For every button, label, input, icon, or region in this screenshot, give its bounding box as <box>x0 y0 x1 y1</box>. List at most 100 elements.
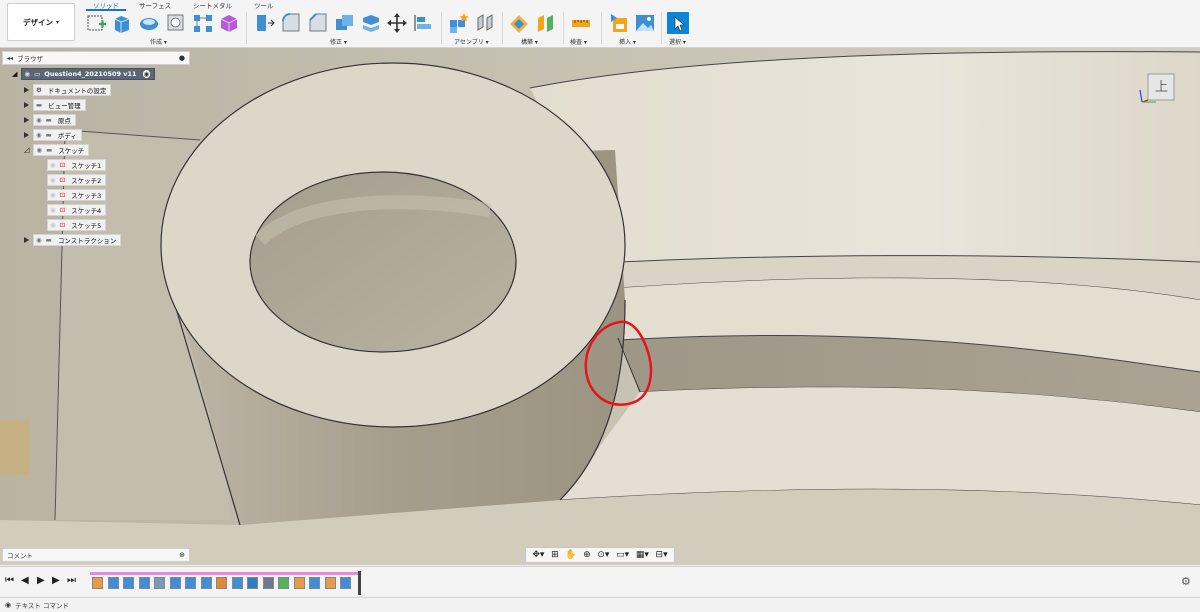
select-tool-button[interactable] <box>667 12 689 34</box>
step-forward-icon[interactable]: ▶ <box>52 575 60 586</box>
close-icon[interactable]: ● <box>179 54 185 62</box>
grid-settings-icon[interactable]: ▦▾ <box>636 550 649 560</box>
go-to-end-icon[interactable]: ⏭ <box>67 575 76 586</box>
timeline-feature-icon[interactable] <box>324 577 336 589</box>
viewports-icon[interactable]: ⊟▾ <box>656 550 668 560</box>
group-construct-label[interactable]: 構築 ▾ <box>521 37 538 46</box>
joint-icon[interactable] <box>474 12 496 34</box>
tree-item-sketch[interactable]: ◉ ⊡ スケッチ4 <box>47 204 107 216</box>
eye-icon[interactable]: ◉ <box>36 116 42 124</box>
eye-icon[interactable]: ◉ <box>24 70 30 78</box>
timeline-feature-icon[interactable] <box>309 577 320 589</box>
tree-item-sketch[interactable]: ◉ ⊡ スケッチ2 <box>47 174 107 186</box>
tree-item-sketch[interactable]: ◉ ⊡ スケッチ3 <box>47 189 107 201</box>
extrude-icon[interactable] <box>111 12 133 34</box>
model-canvas[interactable] <box>0 48 1200 565</box>
look-at-icon[interactable]: ⊞ <box>551 550 559 560</box>
tree-item-sketch[interactable]: ◉ ⊡ スケッチ1 <box>47 159 107 171</box>
expand-triangle-icon[interactable]: ◢ <box>12 70 17 78</box>
tree-item-box[interactable]: ⚙ ドキュメントの設定 <box>33 84 112 96</box>
comments-panel[interactable]: コメント ⊕ <box>2 548 190 562</box>
expand-arrow-icon[interactable] <box>24 117 29 123</box>
timeline-feature-icon[interactable] <box>92 577 103 589</box>
tab-sheetmetal[interactable]: シートメタル <box>193 0 232 10</box>
press-pull-icon[interactable] <box>253 12 275 34</box>
eye-icon[interactable]: ◉ <box>50 221 56 229</box>
zoom-icon[interactable]: ⊕ <box>583 550 591 560</box>
timeline-feature-icon[interactable] <box>185 577 196 589</box>
insert-canvas-icon[interactable] <box>634 12 656 34</box>
step-back-icon[interactable]: ◀ <box>21 575 29 586</box>
tree-item-origin[interactable]: ◉ ▬ 原点 <box>24 114 76 126</box>
tree-item-box[interactable]: ◉ ▬ 原点 <box>33 114 76 126</box>
collapse-icon[interactable]: ◂◂ <box>7 55 13 62</box>
go-to-start-icon[interactable]: ⏮ <box>5 575 14 586</box>
timeline-feature-icon[interactable] <box>123 577 134 589</box>
fit-icon[interactable]: ⊙▾ <box>597 550 609 560</box>
eye-icon[interactable]: ◉ <box>50 206 56 214</box>
expand-arrow-icon[interactable] <box>24 87 29 93</box>
hole-icon[interactable] <box>165 12 187 34</box>
group-select-label[interactable]: 選択 ▾ <box>669 37 686 46</box>
new-component-icon[interactable] <box>448 12 470 34</box>
viewcube[interactable]: 上 <box>1138 68 1182 112</box>
eye-icon[interactable]: ◉ <box>36 146 42 154</box>
group-insert-label[interactable]: 挿入 ▾ <box>619 37 636 46</box>
tree-item-construction[interactable]: ◉ ▬ コンストラクション <box>24 234 122 246</box>
tree-item-sketches[interactable]: ◿ ◉ ▬ スケッチ <box>24 144 90 156</box>
timeline-feature-icon[interactable] <box>231 577 243 589</box>
timeline-feature-icon[interactable] <box>340 577 351 589</box>
eye-icon[interactable]: ◉ <box>50 191 56 199</box>
orbit-icon[interactable]: ✥▾ <box>532 550 544 560</box>
model-viewport[interactable]: 上 <box>0 48 1200 565</box>
play-icon[interactable]: ▶ <box>37 575 45 586</box>
timeline-feature-icon[interactable] <box>293 577 305 589</box>
tab-tools[interactable]: ツール <box>254 0 274 10</box>
tree-root[interactable]: ◢ ◉ ▭ Question4_20210509 v11 ◉ <box>12 68 156 80</box>
group-assemble-label[interactable]: アセンブリ ▾ <box>454 37 489 46</box>
combine-icon[interactable] <box>334 12 356 34</box>
collapse-triangle-icon[interactable]: ◿ <box>24 146 29 154</box>
plane-at-angle-icon[interactable] <box>535 12 557 34</box>
timeline-feature-icon[interactable] <box>138 577 150 589</box>
move-icon[interactable] <box>386 12 408 34</box>
viewcube-face-label[interactable]: 上 <box>1155 76 1168 95</box>
eye-icon[interactable]: ◉ <box>36 236 42 244</box>
browser-header[interactable]: ◂◂ ブラウザ ● <box>2 51 190 65</box>
tree-item-box[interactable]: ▬ ビュー管理 <box>33 99 86 111</box>
eye-icon[interactable]: ◉ <box>50 176 56 184</box>
tree-item-bodies[interactable]: ◉ ▬ ボディ <box>24 129 82 141</box>
activate-radio-icon[interactable]: ◉ <box>142 70 151 78</box>
timeline-feature-icon[interactable] <box>247 577 258 589</box>
text-command-bar[interactable]: ◉ テキスト コマンド <box>0 597 1200 612</box>
revolve-icon[interactable] <box>138 12 160 34</box>
tree-item-box[interactable]: ◉ ▬ ボディ <box>33 129 82 141</box>
timeline-feature-icon[interactable] <box>200 577 212 589</box>
add-comment-icon[interactable]: ⊕ <box>179 551 185 559</box>
timeline-feature-icon[interactable] <box>107 577 119 589</box>
expand-icon[interactable]: ◉ <box>5 601 11 609</box>
create-sketch-icon[interactable] <box>86 12 108 34</box>
tree-item-sketch[interactable]: ◉ ⊡ スケッチ5 <box>47 219 107 231</box>
pan-icon[interactable]: ✋ <box>565 550 576 560</box>
eye-icon[interactable]: ◉ <box>50 161 56 169</box>
tree-item-box[interactable]: ◉ ⊡ スケッチ4 <box>47 204 107 216</box>
expand-arrow-icon[interactable] <box>24 237 29 243</box>
offset-plane-icon[interactable] <box>508 12 530 34</box>
eye-icon[interactable]: ◉ <box>36 131 42 139</box>
expand-arrow-icon[interactable] <box>24 132 29 138</box>
timeline-settings-gear-icon[interactable]: ⚙ <box>1181 575 1191 588</box>
root-node-box[interactable]: ◉ ▭ Question4_20210509 v11 ◉ <box>21 68 156 80</box>
insert-derive-icon[interactable] <box>608 12 630 34</box>
timeline-feature-icon[interactable] <box>169 577 181 589</box>
workspace-dropdown[interactable]: デザイン ▾ <box>7 3 75 41</box>
tree-item-box[interactable]: ◉ ⊡ スケッチ2 <box>47 174 107 186</box>
display-settings-icon[interactable]: ▭▾ <box>616 550 629 560</box>
group-inspect-label[interactable]: 検査 ▾ <box>570 37 587 46</box>
create-form-icon[interactable] <box>218 12 240 34</box>
fillet-icon[interactable] <box>280 12 302 34</box>
timeline-feature-icon[interactable] <box>216 577 227 589</box>
tree-item-named-views[interactable]: ▬ ビュー管理 <box>24 99 86 111</box>
tree-item-box[interactable]: ◉ ⊡ スケッチ5 <box>47 219 107 231</box>
expand-arrow-icon[interactable] <box>24 102 29 108</box>
